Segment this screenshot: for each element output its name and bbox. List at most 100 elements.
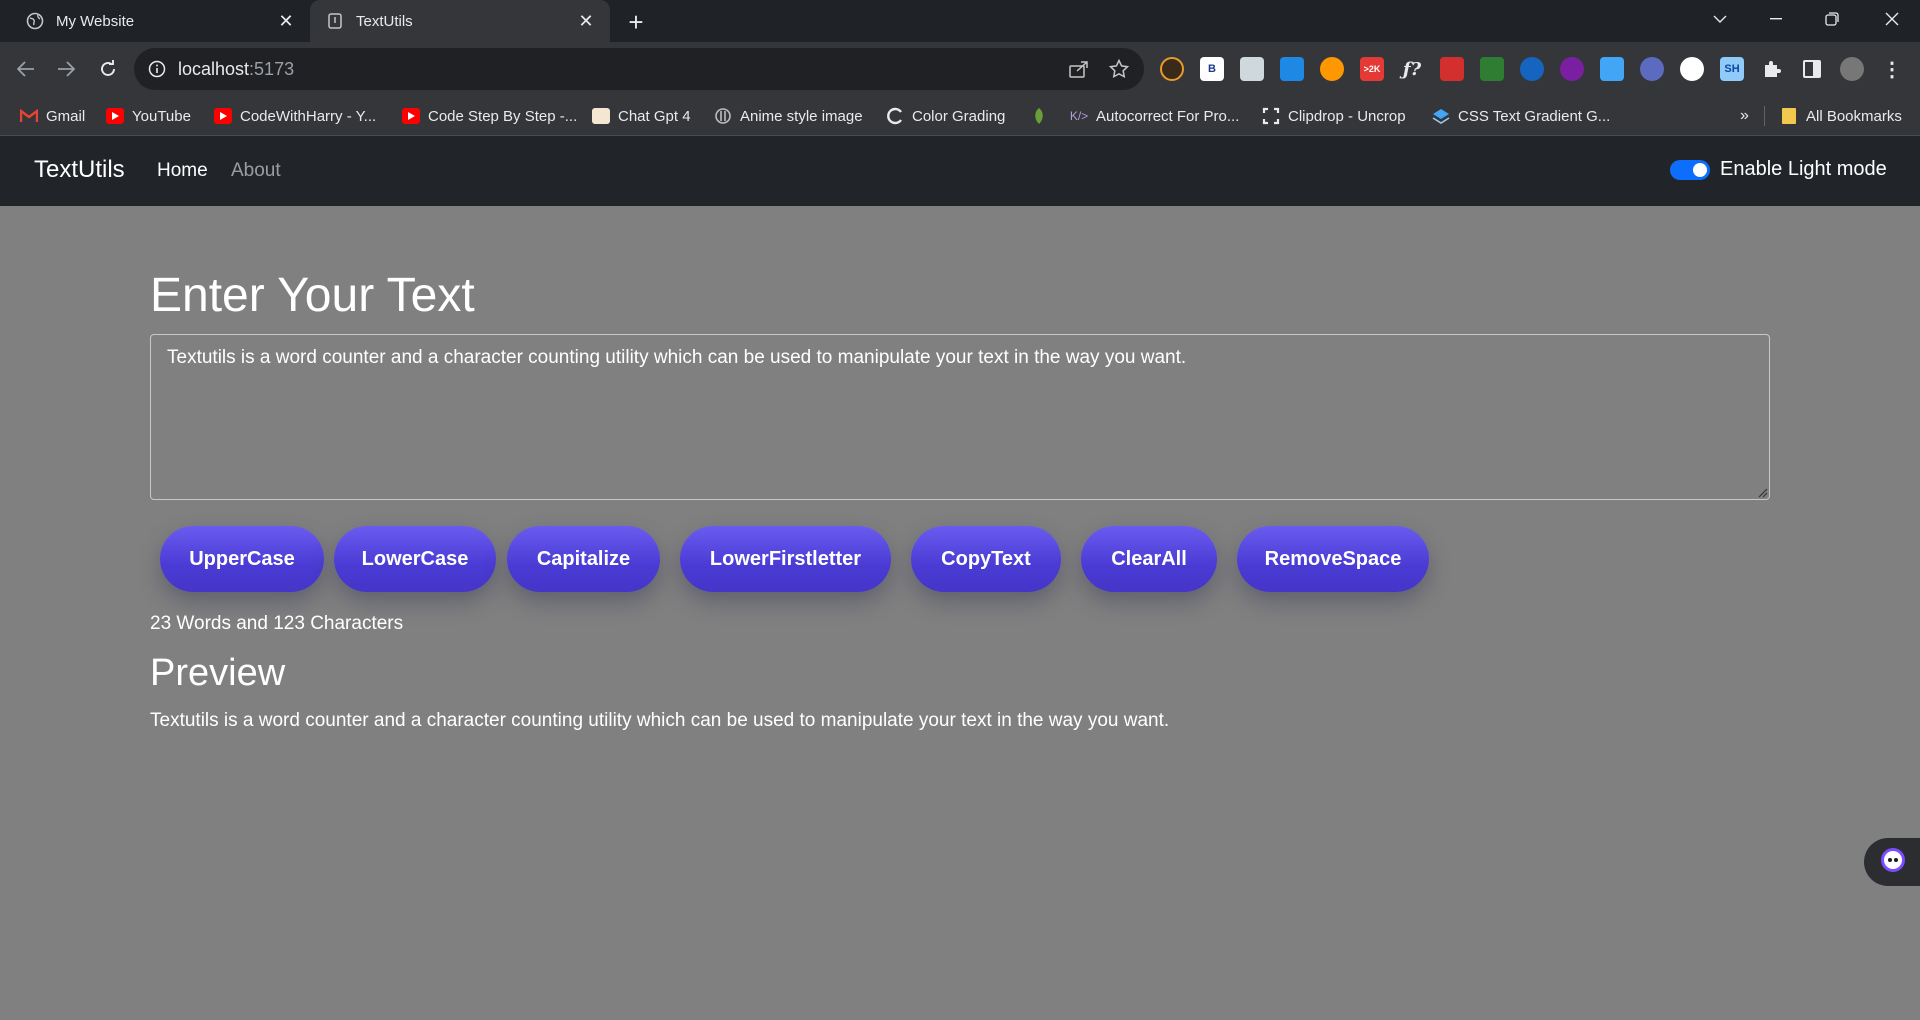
assistant-icon xyxy=(1880,847,1906,878)
bookmark-label: Gmail xyxy=(46,107,86,125)
url-text[interactable]: localhost:5173 xyxy=(178,59,294,80)
bookmarks-overflow-label: » xyxy=(1740,107,1749,124)
extension-6[interactable]: >2K xyxy=(1360,57,1384,81)
menu-kebab-icon[interactable]: ⋮ xyxy=(1880,57,1904,81)
bookmark-star-icon[interactable] xyxy=(1108,58,1130,80)
side-panel-icon[interactable] xyxy=(1800,57,1824,81)
css-gradient-icon xyxy=(1432,108,1450,124)
address-bar[interactable]: localhost:5173 xyxy=(134,48,1144,90)
extension-2[interactable]: B xyxy=(1200,57,1224,81)
bookmark-label: Clipdrop - Uncrop xyxy=(1288,107,1406,125)
all-bookmarks-label: All Bookmarks xyxy=(1806,107,1902,125)
brand-link[interactable]: TextUtils xyxy=(34,156,125,184)
extension-10[interactable] xyxy=(1520,57,1544,81)
profile-avatar[interactable] xyxy=(1840,57,1864,81)
light-mode-toggle[interactable] xyxy=(1670,160,1710,180)
floating-assistant-button[interactable] xyxy=(1864,838,1920,886)
resize-grip-icon[interactable] xyxy=(1756,486,1768,498)
chatgpt-icon xyxy=(592,108,610,124)
bookmark-code-step-by-step[interactable]: Code Step By Step -... xyxy=(402,106,577,126)
all-bookmarks-folder[interactable]: All Bookmarks xyxy=(1780,106,1902,126)
tab-title: My Website xyxy=(56,12,135,30)
word-character-count: 23 Words and 123 Characters xyxy=(150,613,404,634)
page-icon xyxy=(326,12,344,30)
bookmarks-divider xyxy=(1764,106,1765,126)
bookmark-anime-style[interactable]: Anime style image xyxy=(714,106,863,126)
lowercase-button[interactable]: LowerCase xyxy=(334,526,496,592)
preview-heading: Preview xyxy=(150,652,286,694)
bookmarks-bar: Gmail YouTube CodeWithHarry - Y... Code … xyxy=(0,96,1920,136)
nav-about-link[interactable]: About xyxy=(231,160,281,182)
close-tab-icon[interactable]: ✕ xyxy=(276,11,296,31)
reload-icon[interactable] xyxy=(92,53,124,85)
gmail-icon xyxy=(20,108,38,124)
tab-search-icon[interactable] xyxy=(1692,0,1748,38)
restore-icon[interactable] xyxy=(1804,0,1860,38)
youtube-icon xyxy=(402,108,420,124)
puzzle-extensions-icon[interactable] xyxy=(1760,57,1784,81)
minimize-icon[interactable] xyxy=(1748,0,1804,38)
clipdrop-icon xyxy=(1262,107,1280,125)
page-title: Enter Your Text xyxy=(150,269,475,322)
extension-8[interactable] xyxy=(1440,57,1464,81)
anime-icon xyxy=(714,108,732,124)
tab-title: TextUtils xyxy=(356,12,413,30)
site-info-icon[interactable] xyxy=(148,60,166,83)
youtube-icon xyxy=(106,108,124,124)
url-host: localhost xyxy=(178,59,250,79)
nav-home-link[interactable]: Home xyxy=(157,160,208,182)
tab-my-website[interactable]: My Website ✕ xyxy=(10,0,310,42)
bookmarks-overflow-button[interactable]: » xyxy=(1740,106,1749,126)
extension-15[interactable]: SH xyxy=(1720,57,1744,81)
bookmark-leaf[interactable] xyxy=(1030,106,1056,126)
text-input-area[interactable]: Textutils is a word counter and a charac… xyxy=(150,334,1770,500)
app-navbar: TextUtils Home About Enable Light mode xyxy=(0,136,1920,206)
code-icon: K/> xyxy=(1069,109,1089,123)
extension-4[interactable] xyxy=(1280,57,1304,81)
back-icon[interactable] xyxy=(10,53,42,85)
tab-textutils[interactable]: TextUtils ✕ xyxy=(310,0,610,42)
browser-tab-strip: My Website ✕ TextUtils ✕ + xyxy=(0,0,1920,42)
extension-14[interactable] xyxy=(1680,57,1704,81)
extension-12[interactable] xyxy=(1600,57,1624,81)
toggle-knob xyxy=(1693,163,1707,177)
bookmark-label: Chat Gpt 4 xyxy=(618,107,691,125)
leaf-icon xyxy=(1030,108,1048,124)
bookmark-css-text-gradient[interactable]: CSS Text Gradient G... xyxy=(1432,106,1610,126)
clear-all-button[interactable]: ClearAll xyxy=(1081,526,1217,592)
extension-3[interactable] xyxy=(1240,57,1264,81)
bookmark-label: Color Grading xyxy=(912,107,1006,125)
bookmark-label: CSS Text Gradient G... xyxy=(1458,107,1611,125)
extension-1[interactable] xyxy=(1160,57,1184,81)
globe-icon xyxy=(26,12,44,30)
uppercase-button[interactable]: UpperCase xyxy=(160,526,324,592)
forward-icon[interactable] xyxy=(50,53,82,85)
bookmark-label: YouTube xyxy=(132,107,191,125)
bookmark-color-grading[interactable]: Color Grading xyxy=(886,106,1005,126)
copy-text-button[interactable]: CopyText xyxy=(911,526,1061,592)
remove-space-button[interactable]: RemoveSpace xyxy=(1237,526,1429,592)
bookmark-label: Autocorrect For Pro... xyxy=(1096,107,1240,125)
color-grading-icon xyxy=(886,107,904,125)
bookmark-youtube[interactable]: YouTube xyxy=(106,106,191,126)
extension-7[interactable]: ƒ? xyxy=(1400,57,1424,81)
url-port: :5173 xyxy=(249,59,295,79)
capitalize-button[interactable]: Capitalize xyxy=(507,526,660,592)
close-tab-icon[interactable]: ✕ xyxy=(576,11,596,31)
bookmark-codewithharry[interactable]: CodeWithHarry - Y... xyxy=(214,106,376,126)
extension-13[interactable] xyxy=(1640,57,1664,81)
share-icon[interactable] xyxy=(1068,58,1090,80)
bookmark-label: Code Step By Step -... xyxy=(428,107,578,125)
new-tab-icon[interactable]: + xyxy=(622,7,650,37)
extension-badge: >2K xyxy=(1363,64,1381,74)
close-window-icon[interactable] xyxy=(1864,0,1920,38)
extension-11[interactable] xyxy=(1560,57,1584,81)
bookmark-autocorrect[interactable]: K/> Autocorrect For Pro... xyxy=(1069,106,1240,126)
youtube-icon xyxy=(214,108,232,124)
extension-9[interactable] xyxy=(1480,57,1504,81)
bookmark-clipdrop[interactable]: Clipdrop - Uncrop xyxy=(1262,106,1406,126)
bookmark-chat-gpt[interactable]: Chat Gpt 4 xyxy=(592,106,691,126)
lower-first-letter-button[interactable]: LowerFirstletter xyxy=(680,526,891,592)
extension-5[interactable] xyxy=(1320,57,1344,81)
bookmark-gmail[interactable]: Gmail xyxy=(20,106,85,126)
